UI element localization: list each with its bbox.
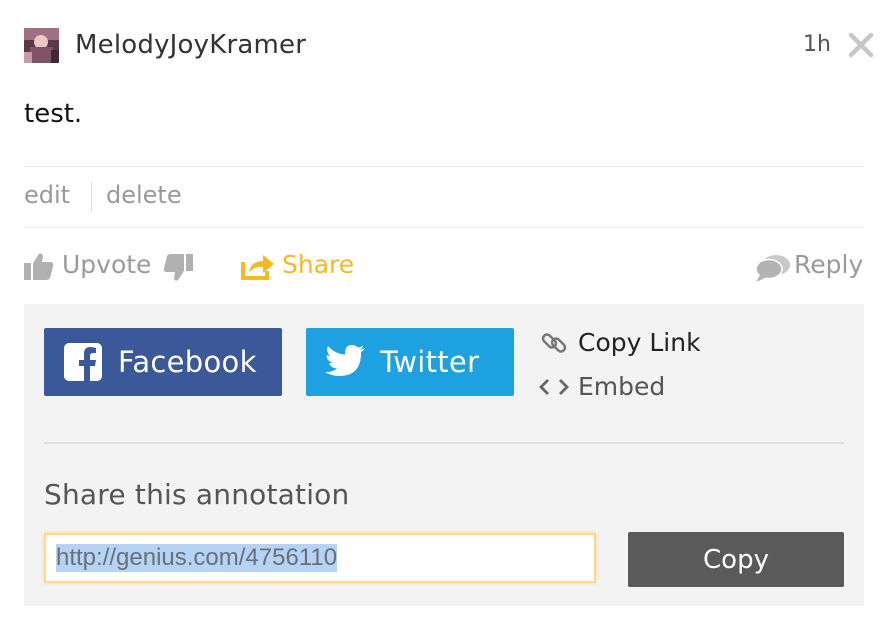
thumbs-down-icon[interactable]: [163, 254, 193, 286]
share-icon[interactable]: [241, 252, 275, 284]
embed-label: Embed: [578, 372, 666, 401]
share-button[interactable]: Share: [282, 250, 354, 279]
thumbs-up-icon[interactable]: [24, 252, 54, 284]
copy-link-label: Copy Link: [578, 328, 701, 357]
speech-bubble-icon[interactable]: [754, 254, 792, 286]
divider: [24, 227, 864, 228]
facebook-label: Facebook: [118, 345, 257, 379]
share-url-text: http://genius.com/4756110: [56, 544, 338, 572]
delete-link[interactable]: delete: [106, 181, 182, 209]
reply-button[interactable]: Reply: [794, 250, 863, 279]
copy-button[interactable]: Copy: [628, 532, 844, 587]
upvote-button[interactable]: Upvote: [62, 250, 151, 279]
avatar[interactable]: [24, 28, 59, 63]
username[interactable]: MelodyJoyKramer: [75, 30, 306, 60]
share-url-input[interactable]: http://genius.com/4756110: [44, 533, 596, 583]
divider: [91, 182, 92, 212]
timestamp: 1h: [803, 32, 831, 57]
twitter-icon: [324, 344, 366, 380]
twitter-label: Twitter: [380, 345, 480, 379]
link-icon: [540, 329, 568, 357]
share-panel: Facebook Twitter Copy Link Embed Share t…: [24, 304, 864, 606]
share-title: Share this annotation: [44, 478, 350, 511]
code-icon: [538, 377, 570, 397]
close-icon[interactable]: [846, 30, 876, 60]
embed-button[interactable]: Embed: [538, 372, 665, 401]
divider: [44, 442, 844, 444]
twitter-button[interactable]: Twitter: [306, 328, 514, 396]
annotation-body: test.: [24, 99, 83, 129]
facebook-icon: [64, 343, 102, 381]
edit-link[interactable]: edit: [24, 181, 70, 209]
facebook-button[interactable]: Facebook: [44, 328, 282, 396]
copy-link-button[interactable]: Copy Link: [540, 328, 701, 357]
divider: [24, 166, 864, 167]
